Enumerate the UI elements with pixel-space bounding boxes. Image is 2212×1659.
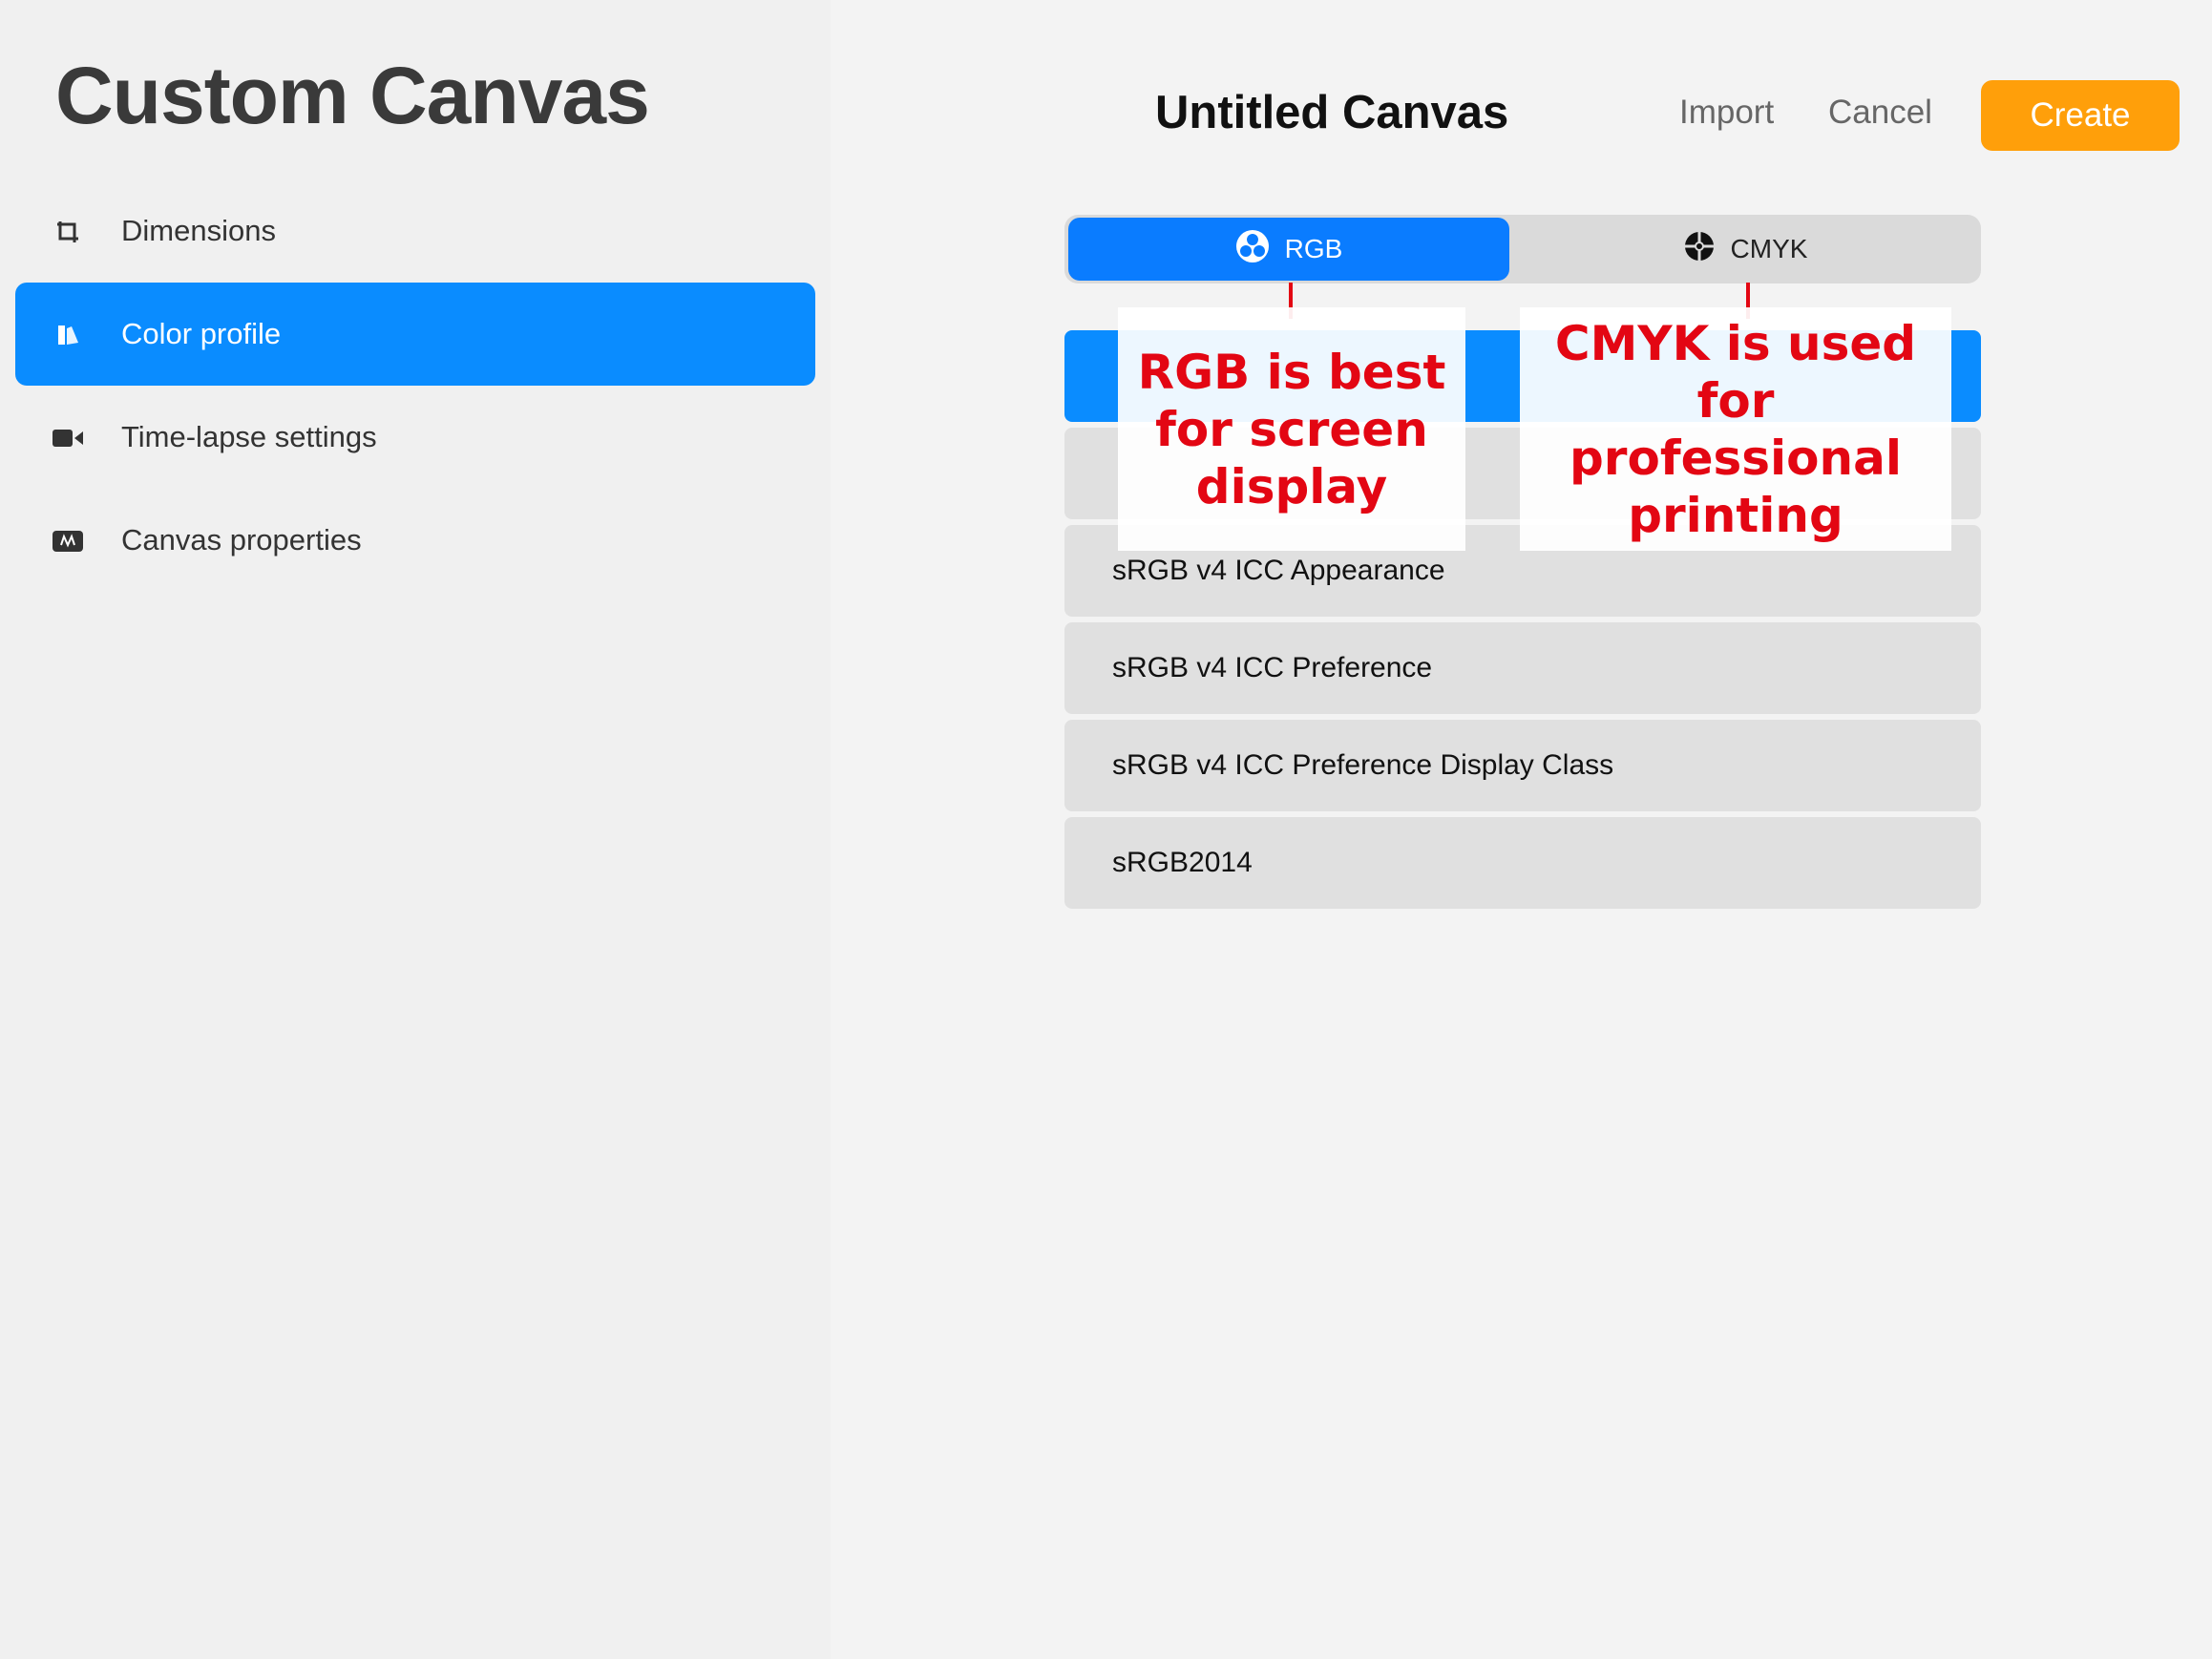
rgb-annotation: RGB is best for screen display <box>1118 307 1465 551</box>
create-button[interactable]: Create <box>1981 80 2180 151</box>
sidebar: Custom Canvas Dimensions Color profile T… <box>0 0 831 1659</box>
tab-cmyk[interactable]: CMYK <box>1513 218 1977 281</box>
tab-rgb-label: RGB <box>1284 234 1343 263</box>
sidebar-item-label: Dimensions <box>121 214 276 247</box>
app-title: Custom Canvas <box>55 51 650 140</box>
sidebar-item-time-lapse[interactable]: Time-lapse settings <box>15 386 815 489</box>
import-button[interactable]: Import <box>1679 94 1774 132</box>
rgb-icon <box>1235 229 1285 270</box>
cmyk-icon <box>1682 229 1731 269</box>
cancel-button[interactable]: Cancel <box>1828 94 1932 132</box>
sidebar-item-dimensions[interactable]: Dimensions <box>15 179 815 283</box>
crop-icon <box>52 216 84 248</box>
cmyk-annotation: CMYK is used for professional printing <box>1520 307 1951 551</box>
sidebar-item-canvas-properties[interactable]: Canvas properties <box>15 489 815 592</box>
sidebar-item-label: Time-lapse settings <box>121 420 377 453</box>
tab-rgb[interactable]: RGB <box>1068 218 1509 281</box>
profile-row[interactable]: sRGB v4 ICC Preference <box>1064 622 1981 714</box>
profile-row[interactable]: sRGB v4 ICC Preference Display Class <box>1064 720 1981 811</box>
sidebar-item-label: Color profile <box>121 317 282 350</box>
sidebar-nav: Dimensions Color profile Time-lapse sett… <box>15 179 815 592</box>
color-mode-segmented-control: RGB CMYK <box>1064 215 1981 284</box>
sidebar-item-label: Canvas properties <box>121 523 362 556</box>
color-profile-icon <box>52 319 84 351</box>
sidebar-item-color-profile[interactable]: Color profile <box>15 283 815 386</box>
canvas-properties-icon <box>52 525 84 557</box>
main-panel: Untitled Canvas Import Cancel Create RGB <box>831 0 2212 1659</box>
profile-row[interactable]: sRGB2014 <box>1064 817 1981 909</box>
canvas-title[interactable]: Untitled Canvas <box>1155 86 1508 139</box>
video-camera-icon <box>52 422 84 454</box>
tab-cmyk-label: CMYK <box>1730 234 1808 263</box>
